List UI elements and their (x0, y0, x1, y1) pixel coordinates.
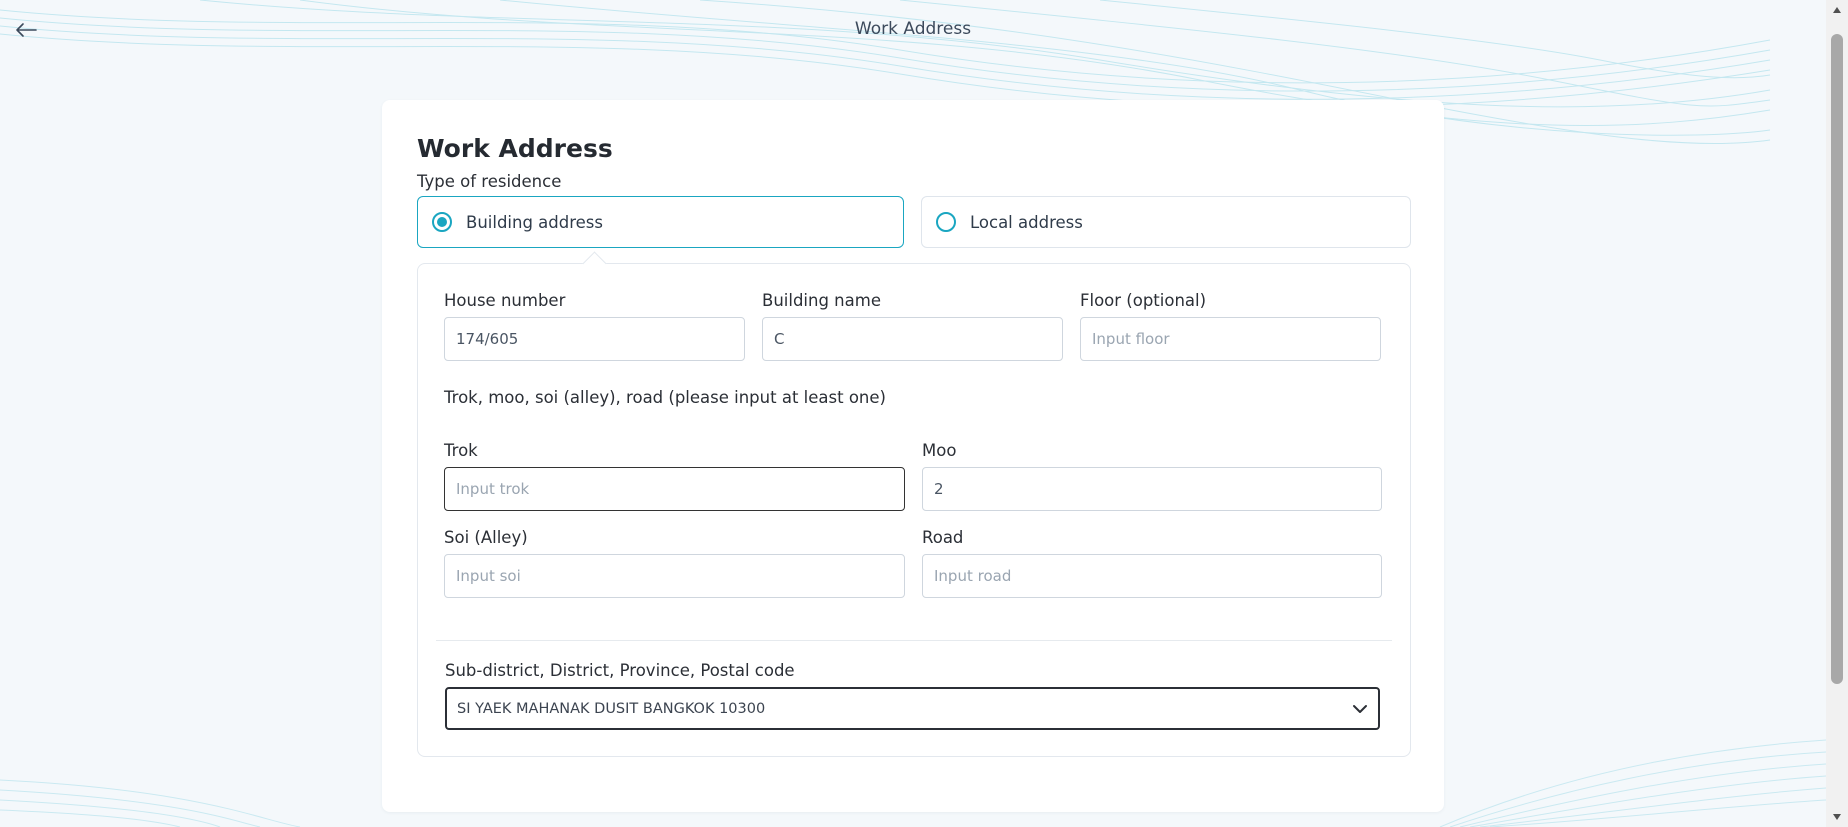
trok-input[interactable] (444, 467, 905, 511)
triangle-up-icon (1833, 7, 1841, 13)
local-address-label: Local address (970, 212, 1083, 232)
building-name-input[interactable] (762, 317, 1063, 361)
location-select[interactable]: SI YAEK MAHANAK DUSIT BANGKOK 10300 (445, 687, 1380, 730)
scroll-down-button[interactable] (1826, 809, 1848, 825)
triangle-down-icon (1833, 814, 1841, 820)
building-address-option[interactable]: Building address (417, 196, 904, 248)
form-title: Work Address (417, 134, 613, 163)
section-divider (436, 640, 1392, 641)
building-name-label: Building name (762, 291, 881, 310)
house-number-input[interactable] (444, 317, 745, 361)
top-bar: Work Address (0, 0, 1826, 62)
location-label: Sub-district, District, Province, Postal… (445, 661, 795, 680)
building-address-label: Building address (466, 212, 604, 232)
road-input[interactable] (922, 554, 1382, 598)
chevron-down-icon (1353, 704, 1367, 713)
moo-input[interactable] (922, 467, 1382, 511)
soi-input[interactable] (444, 554, 905, 598)
local-address-option[interactable]: Local address (921, 196, 1411, 248)
floor-input[interactable] (1080, 317, 1381, 361)
road-label: Road (922, 528, 964, 547)
address-card: Work Address Type of residence Building … (382, 100, 1444, 812)
soi-label: Soi (Alley) (444, 528, 528, 547)
scrollbar-thumb[interactable] (1831, 34, 1843, 684)
trok-label: Trok (444, 441, 478, 460)
moo-label: Moo (922, 441, 957, 460)
road-requirement-note: Trok, moo, soi (alley), road (please inp… (444, 388, 886, 407)
radio-unselected-icon (936, 212, 956, 232)
scroll-up-button[interactable] (1826, 2, 1848, 18)
house-number-label: House number (444, 291, 566, 310)
page-title: Work Address (854, 19, 972, 39)
panel-pointer (582, 251, 607, 276)
residence-type-label: Type of residence (417, 172, 562, 191)
radio-selected-icon (432, 212, 452, 232)
location-value: SI YAEK MAHANAK DUSIT BANGKOK 10300 (457, 700, 766, 717)
floor-label: Floor (optional) (1080, 291, 1207, 310)
building-address-panel: House number Building name Floor (option… (417, 251, 1411, 757)
vertical-scrollbar[interactable] (1826, 0, 1848, 827)
